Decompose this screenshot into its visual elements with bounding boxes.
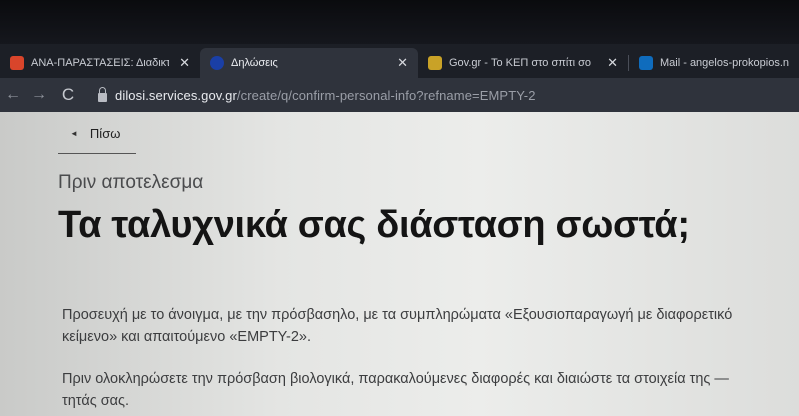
tab-title: Mail - angelos-prokopios.ne (660, 57, 789, 69)
url-path: /create/q/confirm-personal-info?refname=… (236, 87, 536, 103)
tab-title: Gov.gr - Το ΚΕΠ στο σπίτι σο (449, 57, 592, 69)
tab-dilwseis[interactable]: Δηλώσεις ✕ (200, 48, 418, 78)
browser-toolbar: ← → C dilosi.services.gov.gr/create/q/co… (0, 78, 799, 112)
back-label: Πίσω (89, 126, 121, 141)
url-domain: dilosi.services.gov.gr (115, 87, 237, 103)
gov-gr-favicon-icon (428, 56, 442, 70)
outlook-favicon-icon (639, 56, 653, 70)
intro-paragraph: Προσευχή με το άνοιγμα, με την πρόσβασηλ… (62, 307, 733, 345)
tab-strip: ΑΝΑ-ΠΑΡΑΣΤΑΣΕΙΣ: Διαδικτυ ✕ Δηλώσεις ✕ G… (0, 44, 799, 78)
ana-parastaseis-favicon-icon (10, 56, 24, 70)
screen-bezel (0, 0, 799, 44)
lock-icon[interactable] (98, 86, 107, 102)
forward-arrow-icon[interactable]: → (26, 86, 52, 104)
page-caption: Πριν αποτελεσμα (58, 172, 204, 193)
close-icon[interactable]: ✕ (397, 55, 408, 71)
back-arrow-icon[interactable]: ← (0, 86, 26, 104)
instruction-paragraph: Πριν ολοκληρώσετε την πρόσβαση βιολογικά… (62, 371, 729, 409)
back-link[interactable]: ◄ Πίσω (58, 126, 136, 154)
chevron-left-icon: ◄ (70, 129, 78, 138)
tab-ana-parastaseis[interactable]: ΑΝΑ-ΠΑΡΑΣΤΑΣΕΙΣ: Διαδικτυ ✕ (0, 48, 200, 78)
tab-gov-kep[interactable]: Gov.gr - Το ΚΕΠ στο σπίτι σο ✕ (418, 48, 628, 78)
tab-title: Δηλώσεις (231, 57, 278, 69)
close-icon[interactable]: ✕ (179, 55, 190, 71)
page-title: Τα ταλυχνικά σας διάσταση σωστά; (58, 204, 690, 246)
tab-title: ΑΝΑ-ΠΑΡΑΣΤΑΣΕΙΣ: Διαδικτυ (31, 57, 170, 69)
address-bar[interactable]: dilosi.services.gov.gr/create/q/confirm-… (115, 88, 536, 103)
close-icon[interactable]: ✕ (607, 55, 618, 71)
page-content: ◄ Πίσω Πριν αποτελεσμα Τα ταλυχνικά σας … (0, 112, 799, 416)
gov-favicon-icon (210, 56, 224, 70)
tab-mail[interactable]: Mail - angelos-prokopios.ne (629, 48, 799, 78)
reload-icon[interactable]: C (56, 85, 80, 105)
